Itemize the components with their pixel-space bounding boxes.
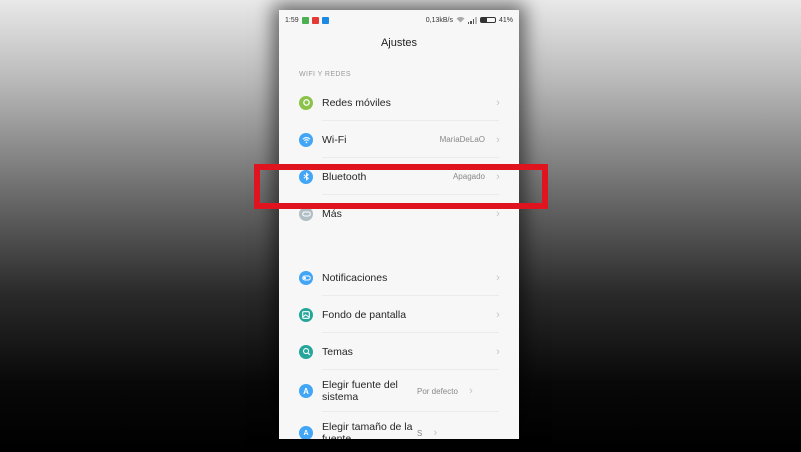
wallpaper-icon — [299, 307, 313, 322]
chevron-right-icon: › — [496, 271, 500, 284]
settings-row-label: Bluetooth — [322, 170, 367, 183]
wifi-signal-icon — [456, 16, 465, 25]
notifications-icon — [299, 270, 313, 285]
settings-row-mobile-network[interactable]: Redes móviles › — [279, 84, 519, 121]
settings-row-font[interactable]: A Elegir fuente del sistema Por defecto › — [279, 370, 519, 412]
bluetooth-icon — [299, 169, 313, 184]
settings-row-wallpaper[interactable]: Fondo de pantalla › — [279, 296, 519, 333]
settings-row-value: S — [417, 428, 423, 438]
chevron-right-icon: › — [433, 427, 438, 439]
settings-row-more-link[interactable]: Más › — [279, 195, 519, 232]
chevron-right-icon: › — [496, 170, 500, 183]
chevron-right-icon: › — [469, 385, 473, 397]
page-title: Ajustes — [380, 37, 418, 49]
network-settings-list: Redes móviles › Wi-Fi MariaDeLaO › Bluetooth A… — [279, 84, 519, 232]
font-icon: A — [299, 384, 313, 398]
settings-row-label: Notificaciones — [322, 271, 388, 284]
phone-screen: 1:59 0,13kB/s 41% Ajustes WIFI Y REDES R… — [279, 10, 519, 439]
settings-row-label: Elegir tamaño de la fuente — [322, 421, 413, 439]
settings-row-label: Redes móviles — [322, 96, 391, 109]
more-link-icon — [299, 206, 313, 221]
settings-row-label: Temas — [322, 345, 353, 358]
settings-row-label: Más — [322, 207, 342, 220]
settings-row-value: Apagado — [452, 172, 485, 181]
status-time: 1:59 — [285, 16, 299, 24]
settings-row-label: Elegir fuente del sistema — [322, 379, 398, 403]
network-speed: 0,13kB/s — [425, 16, 453, 24]
settings-row-value: MariaDeLaO — [439, 135, 485, 144]
battery-icon — [479, 17, 496, 23]
settings-row-value: Por defecto — [417, 386, 458, 396]
section-header: WIFI Y REDES — [299, 71, 351, 78]
settings-row-label: Fondo de pantalla — [322, 308, 407, 321]
red-app-icon — [311, 16, 319, 24]
mobile-network-icon — [299, 95, 313, 110]
settings-row-bluetooth[interactable]: Bluetooth Apagado › — [279, 158, 519, 195]
chevron-right-icon: › — [496, 308, 500, 321]
chevron-right-icon: › — [496, 345, 500, 358]
settings-row-font-size[interactable]: A Elegir tamaño de la fuente S › — [279, 412, 519, 439]
themes-icon — [299, 344, 313, 359]
green-app-icon — [301, 16, 309, 24]
battery-percent: 41% — [498, 16, 513, 24]
chevron-right-icon: › — [496, 207, 500, 220]
wifi-icon — [299, 132, 313, 147]
settings-row-label: Wi-Fi — [322, 133, 347, 146]
font-size-icon: A — [299, 426, 313, 439]
chevron-right-icon: › — [496, 133, 500, 146]
settings-row-wifi[interactable]: Wi-Fi MariaDeLaO › — [279, 121, 519, 158]
blue-app-icon — [321, 16, 329, 24]
cell-signal-icon — [467, 16, 477, 24]
chevron-right-icon: › — [496, 96, 500, 109]
status-bar: 1:59 0,13kB/s 41% — [279, 10, 519, 30]
settings-row-themes[interactable]: Temas › — [279, 333, 519, 370]
settings-row-notifications[interactable]: Notificaciones › — [279, 259, 519, 296]
personal-settings-list: Notificaciones › Fondo de pantalla › Temas › A… — [279, 259, 519, 439]
